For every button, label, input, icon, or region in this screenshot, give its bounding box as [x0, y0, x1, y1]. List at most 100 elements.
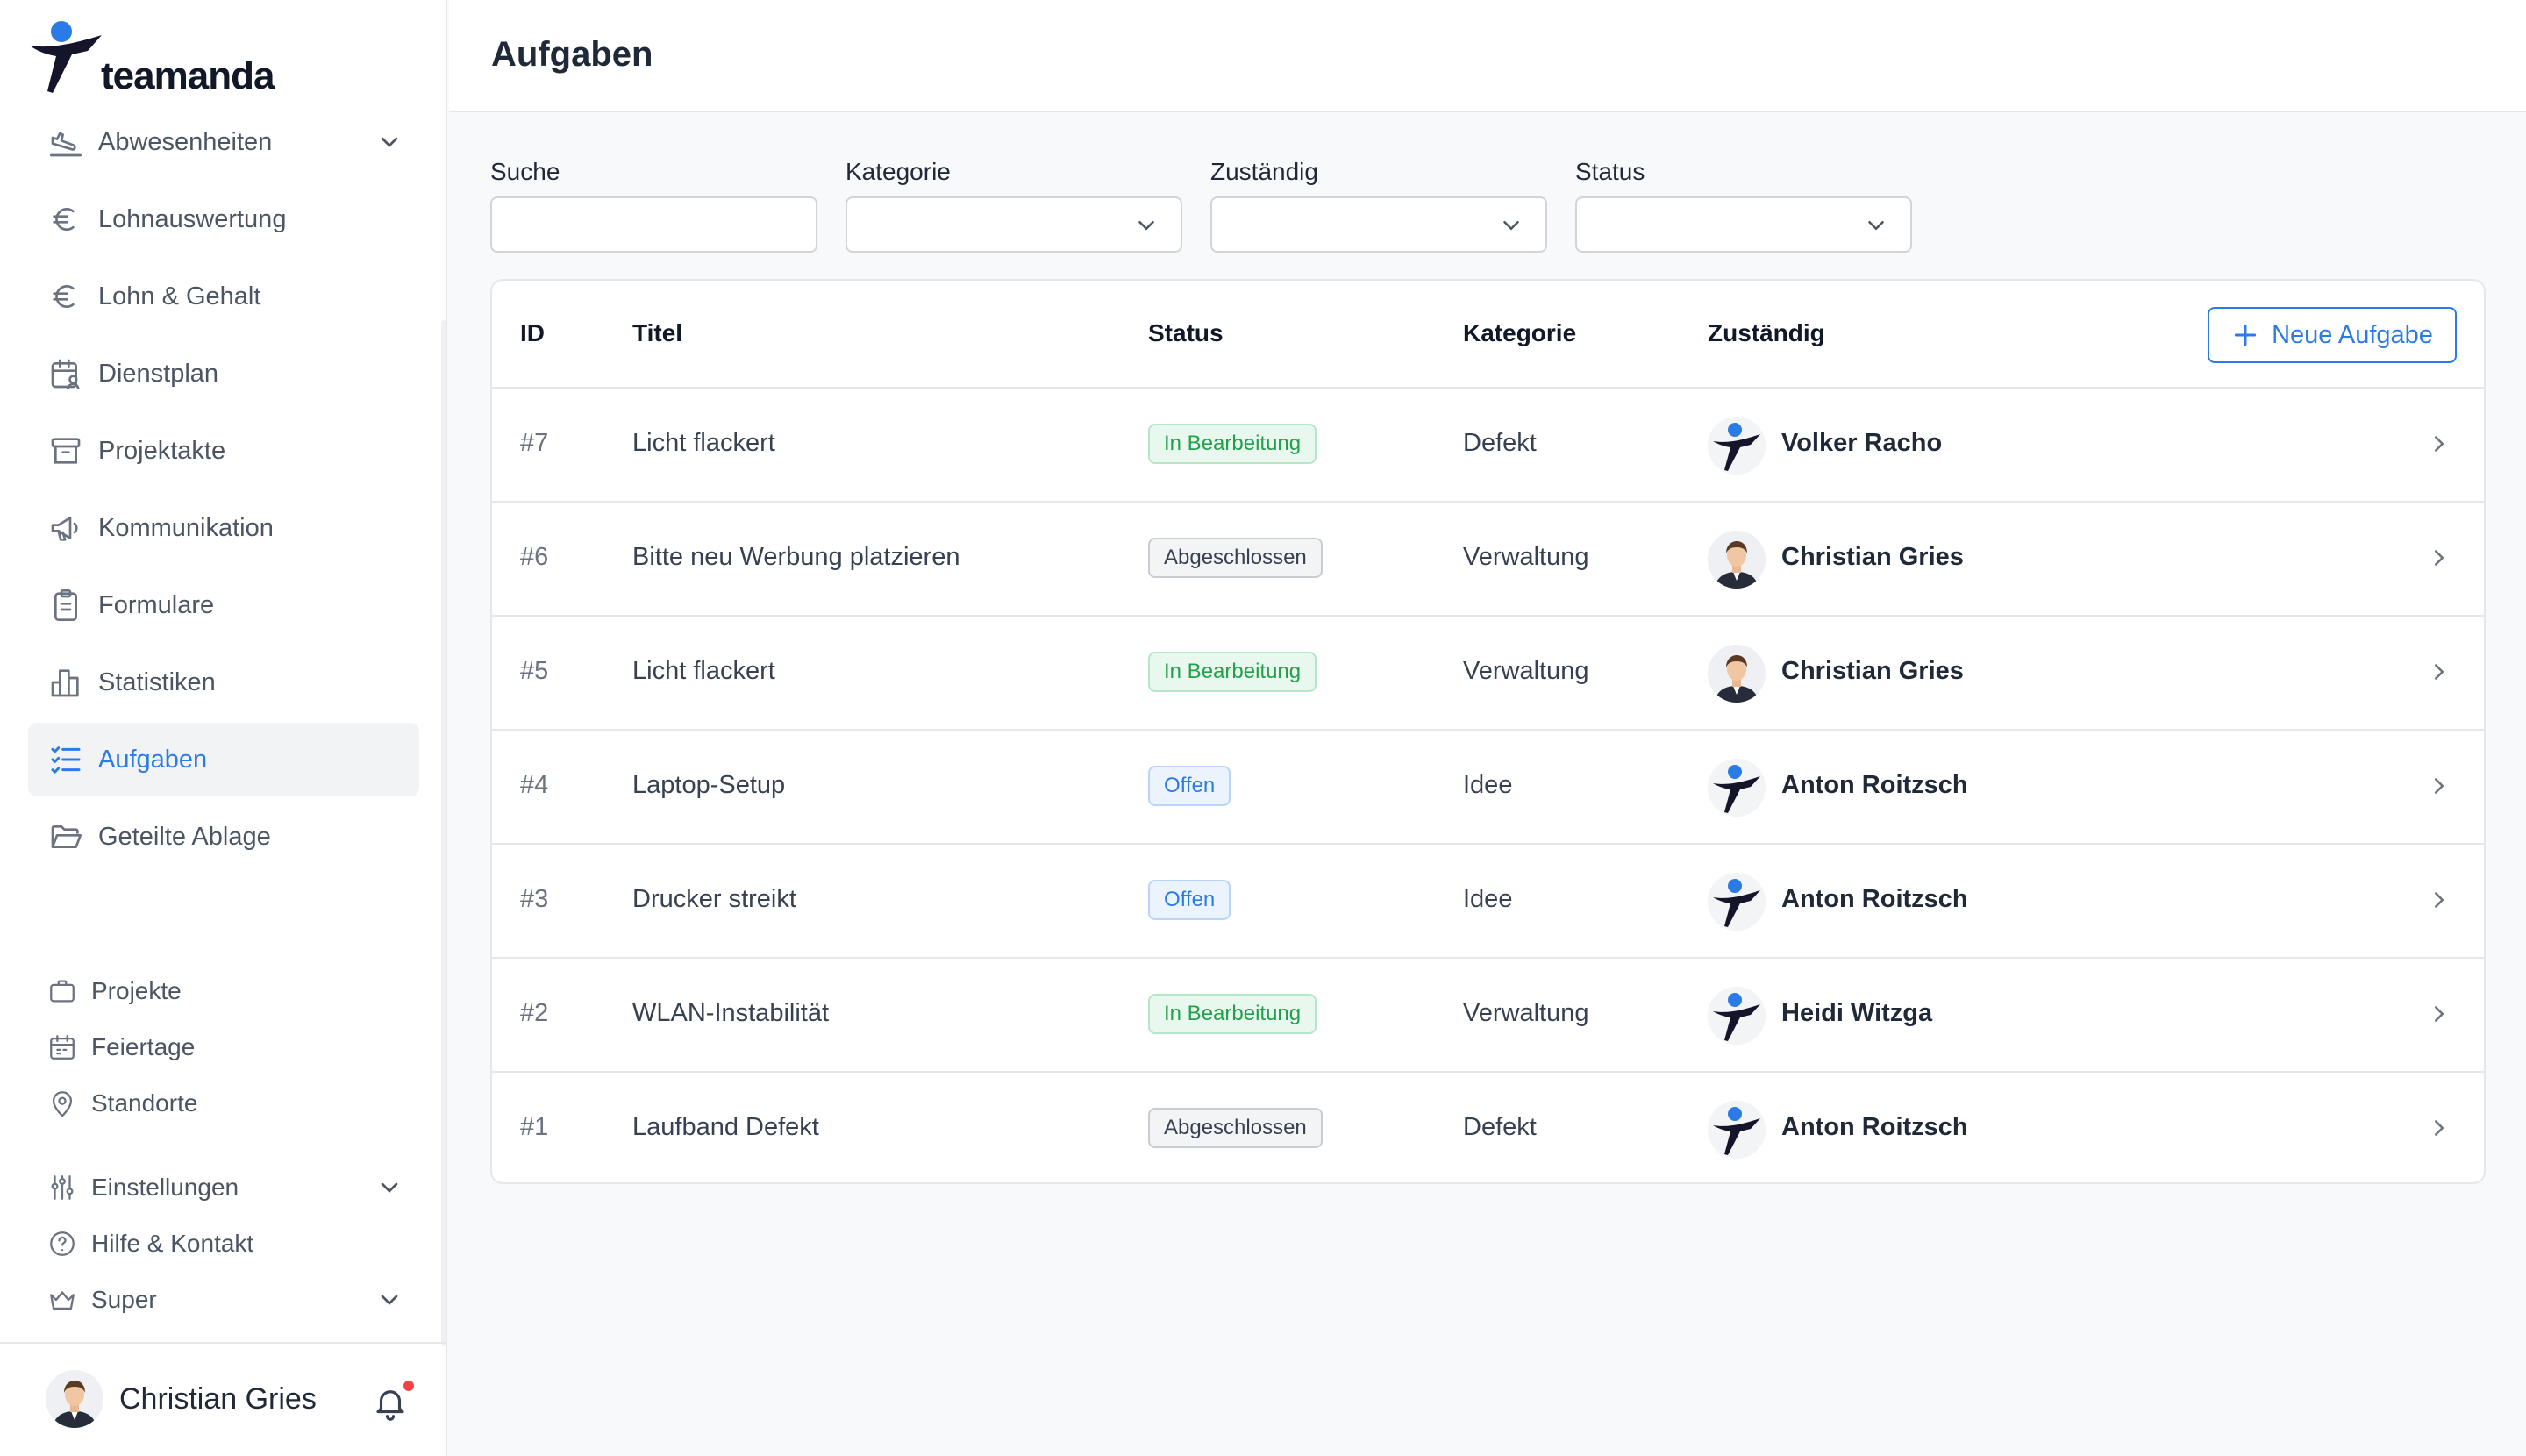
status-filter-label: Status	[1575, 158, 1645, 185]
plus-icon	[2234, 324, 2257, 346]
category-filter-select[interactable]	[846, 196, 1182, 253]
sidebar-item-label: Abwesenheiten	[98, 127, 273, 156]
column-header-id: ID	[520, 319, 545, 346]
task-id: #2	[520, 999, 549, 1027]
sidebar-item-dienstplan[interactable]: Dienstplan	[28, 337, 419, 410]
sidebar-item-einstellungen[interactable]: Einstellungen	[28, 1160, 419, 1216]
sidebar-item-hilfe-kontakt[interactable]: Hilfe & Kontakt	[28, 1216, 419, 1272]
assignee-filter-select[interactable]	[1210, 196, 1547, 253]
task-id: #6	[520, 543, 549, 571]
task-id: #4	[520, 771, 549, 799]
chevron-right-icon[interactable]	[2426, 887, 2452, 913]
main-navigation: Abwesenheiten Lohnauswertung Lohn & Geha…	[28, 105, 419, 877]
sidebar-item-super[interactable]: Super	[28, 1272, 419, 1328]
table-row[interactable]: #7 Licht flackert In Bearbeitung Defekt Volk…	[492, 389, 2484, 503]
sidebar-item-standorte[interactable]: Standorte	[28, 1075, 419, 1131]
chevron-right-icon[interactable]	[2426, 773, 2452, 799]
euro-icon	[47, 278, 84, 315]
chevron-down-icon	[1503, 221, 1519, 231]
sidebar-item-lohn-gehalt[interactable]: Lohn & Gehalt	[28, 260, 419, 333]
sliders-icon	[47, 1173, 77, 1203]
help-circle-icon	[47, 1229, 77, 1259]
bar-chart-icon	[47, 664, 84, 701]
chevron-right-icon[interactable]	[2426, 545, 2452, 571]
table-row[interactable]: #1 Laufband Defekt Abgeschlossen Defekt Anto…	[492, 1073, 2484, 1182]
assignee-name: Heidi Witzga	[1781, 999, 1933, 1027]
teamanda-logo[interactable]: teamanda	[26, 19, 275, 98]
sidebar-item-projekte[interactable]: Projekte	[28, 963, 419, 1019]
status-badge: In Bearbeitung	[1148, 424, 1317, 464]
sidebar-item-feiertage[interactable]: Feiertage	[28, 1019, 419, 1075]
sidebar-item-label: Statistiken	[98, 667, 216, 696]
chevron-down-icon[interactable]	[375, 128, 403, 156]
assignee-name: Anton Roitzsch	[1781, 885, 1968, 913]
task-id: #1	[520, 1113, 549, 1141]
assignee-filter-label: Zuständig	[1210, 158, 1318, 185]
avatar	[1708, 531, 1766, 589]
sidebar-item-kommunikation[interactable]: Kommunikation	[28, 491, 419, 565]
folder-open-icon	[47, 818, 84, 855]
sidebar-item-label: Dienstplan	[98, 359, 219, 388]
column-header-title: Titel	[632, 319, 683, 346]
avatar[interactable]	[46, 1370, 103, 1428]
status-badge: In Bearbeitung	[1148, 652, 1317, 692]
assignee-name: Volker Racho	[1781, 429, 1943, 457]
avatar	[1708, 645, 1766, 703]
table-row[interactable]: #3 Drucker streikt Offen Idee Anton Roitzsch	[492, 845, 2484, 959]
chevron-right-icon[interactable]	[2426, 1001, 2452, 1027]
avatar	[1708, 987, 1766, 1045]
sidebar-item-projektakte[interactable]: Projektakte	[28, 414, 419, 488]
user-name: Christian Gries	[119, 1382, 317, 1416]
sidebar-item-label: Super	[91, 1286, 157, 1313]
status-filter-select[interactable]	[1575, 196, 1912, 253]
chevron-right-icon[interactable]	[2426, 431, 2452, 457]
task-id: #3	[520, 885, 549, 913]
sidebar-item-statistiken[interactable]: Statistiken	[28, 646, 419, 719]
task-category: Verwaltung	[1463, 999, 1589, 1027]
table-row[interactable]: #2 WLAN-Instabilität In Bearbeitung Verwalt…	[492, 959, 2484, 1073]
task-category: Verwaltung	[1463, 657, 1589, 685]
sidebar-item-label: Standorte	[91, 1089, 198, 1117]
column-header-assignee: Zuständig	[1708, 319, 1825, 346]
new-task-button[interactable]: Neue Aufgabe	[2208, 307, 2457, 363]
sidebar-item-label: Projektakte	[98, 436, 226, 465]
search-input[interactable]	[490, 196, 817, 253]
page-header: Aufgaben	[449, 0, 2526, 112]
chevron-right-icon[interactable]	[2426, 1115, 2452, 1141]
task-title: Laufband Defekt	[632, 1113, 819, 1141]
assignee-name: Anton Roitzsch	[1781, 1113, 1968, 1141]
page-title: Aufgaben	[491, 35, 653, 74]
sidebar-item-geteilte-ablage[interactable]: Geteilte Ablage	[28, 800, 419, 874]
user-profile[interactable]: Christian Gries	[0, 1342, 446, 1456]
sidebar-item-lohnauswertung[interactable]: Lohnauswertung	[28, 182, 419, 256]
task-title: Licht flackert	[632, 657, 775, 685]
task-category: Verwaltung	[1463, 543, 1589, 571]
table-row[interactable]: #4 Laptop-Setup Offen Idee Anton Roitzsch	[492, 731, 2484, 845]
chevron-right-icon[interactable]	[2426, 659, 2452, 685]
chevron-down-icon[interactable]	[375, 1286, 403, 1314]
calendar-icon	[47, 1032, 77, 1062]
task-list-icon	[47, 741, 84, 778]
chevron-down-icon[interactable]	[375, 1174, 403, 1202]
avatar	[1708, 417, 1766, 475]
table-row[interactable]: #5 Licht flackert In Bearbeitung Verwaltung…	[492, 617, 2484, 731]
sidebar-item-label: Aufgaben	[98, 745, 208, 774]
status-badge: In Bearbeitung	[1148, 994, 1317, 1034]
assignee-name: Anton Roitzsch	[1781, 771, 1968, 799]
euro-icon	[47, 201, 84, 238]
sidebar-item-aufgaben[interactable]: Aufgaben	[28, 723, 419, 796]
briefcase-icon	[47, 976, 77, 1006]
archive-icon	[47, 432, 84, 469]
task-category: Idee	[1463, 885, 1513, 913]
search-label: Suche	[490, 158, 560, 185]
calendar-user-icon	[47, 355, 84, 392]
task-title: Licht flackert	[632, 429, 775, 457]
avatar	[1708, 873, 1766, 931]
sidebar-item-abwesenheiten[interactable]: Abwesenheiten	[28, 105, 419, 179]
sidebar-scrollbar[interactable]	[441, 320, 446, 1346]
sidebar-item-formulare[interactable]: Formulare	[28, 568, 419, 642]
table-row[interactable]: #6 Bitte neu Werbung platzieren Abgeschlos…	[492, 503, 2484, 617]
notification-dot	[402, 1379, 416, 1393]
tasks-table: ID Titel Status Kategorie Zuständig Neue…	[490, 279, 2486, 1184]
sidebar-item-label: Geteilte Ablage	[98, 822, 271, 851]
